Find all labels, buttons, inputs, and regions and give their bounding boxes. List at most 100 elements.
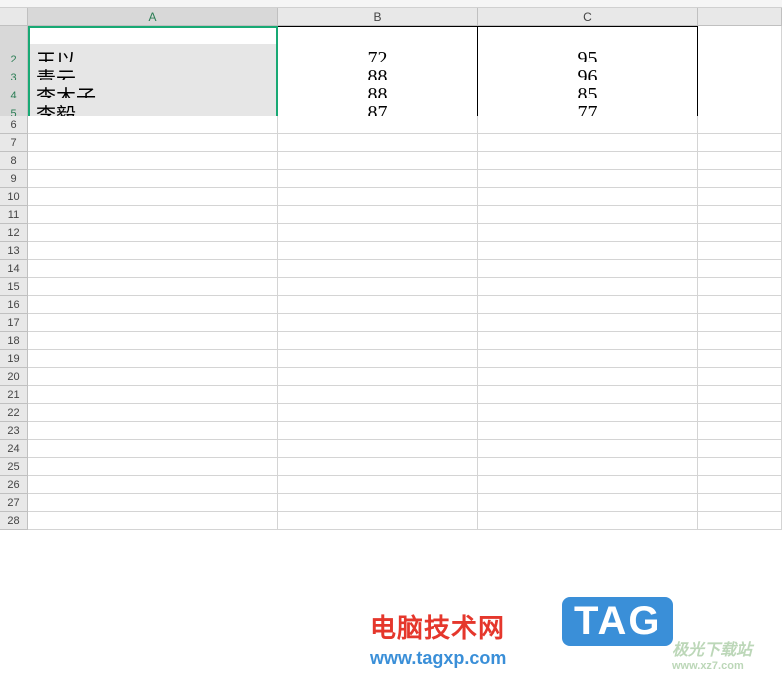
row-head-8[interactable]: 8 xyxy=(0,152,28,170)
cell-empty[interactable] xyxy=(478,440,698,458)
row-head-21[interactable]: 21 xyxy=(0,386,28,404)
row-head-11[interactable]: 11 xyxy=(0,206,28,224)
cell-empty[interactable] xyxy=(278,260,478,278)
cell-empty[interactable] xyxy=(478,368,698,386)
row-head-7[interactable]: 7 xyxy=(0,134,28,152)
cell-empty[interactable] xyxy=(28,152,278,170)
cell-empty[interactable] xyxy=(478,422,698,440)
cell-empty[interactable] xyxy=(28,260,278,278)
cell-empty[interactable] xyxy=(28,512,278,530)
cell-empty[interactable] xyxy=(278,188,478,206)
cell-empty[interactable] xyxy=(278,476,478,494)
select-all-corner[interactable] xyxy=(0,8,28,26)
row-head-13[interactable]: 13 xyxy=(0,242,28,260)
cell-empty[interactable] xyxy=(478,170,698,188)
cell-empty[interactable] xyxy=(278,350,478,368)
cell-empty[interactable] xyxy=(698,260,782,278)
row-head-17[interactable]: 17 xyxy=(0,314,28,332)
cell-empty[interactable] xyxy=(278,224,478,242)
row-head-18[interactable]: 18 xyxy=(0,332,28,350)
cell-empty[interactable] xyxy=(478,512,698,530)
cell-empty[interactable] xyxy=(28,296,278,314)
cell-empty[interactable] xyxy=(278,170,478,188)
cell-empty[interactable] xyxy=(28,116,278,134)
cell-empty[interactable] xyxy=(698,494,782,512)
cell-empty[interactable] xyxy=(278,332,478,350)
row-head-28[interactable]: 28 xyxy=(0,512,28,530)
cell-empty[interactable] xyxy=(478,386,698,404)
cell-empty[interactable] xyxy=(28,314,278,332)
cell-empty[interactable] xyxy=(698,116,782,134)
cell-empty[interactable] xyxy=(478,494,698,512)
cell-empty[interactable] xyxy=(28,242,278,260)
row-head-24[interactable]: 24 xyxy=(0,440,28,458)
cell-empty[interactable] xyxy=(478,350,698,368)
cell-empty[interactable] xyxy=(478,116,698,134)
cell-empty[interactable] xyxy=(478,188,698,206)
cell-empty[interactable] xyxy=(278,404,478,422)
row-head-20[interactable]: 20 xyxy=(0,368,28,386)
cell-empty[interactable] xyxy=(698,440,782,458)
row-head-26[interactable]: 26 xyxy=(0,476,28,494)
col-head-d[interactable] xyxy=(698,8,782,26)
cell-empty[interactable] xyxy=(28,188,278,206)
row-head-15[interactable]: 15 xyxy=(0,278,28,296)
cell-empty[interactable] xyxy=(278,116,478,134)
cell-empty[interactable] xyxy=(478,458,698,476)
cell-empty[interactable] xyxy=(478,476,698,494)
cell-empty[interactable] xyxy=(698,368,782,386)
cell-empty[interactable] xyxy=(698,422,782,440)
cell-empty[interactable] xyxy=(28,494,278,512)
cell-empty[interactable] xyxy=(698,296,782,314)
cell-empty[interactable] xyxy=(278,440,478,458)
cell-empty[interactable] xyxy=(478,260,698,278)
cell-empty[interactable] xyxy=(478,296,698,314)
cell-empty[interactable] xyxy=(278,296,478,314)
cell-empty[interactable] xyxy=(698,224,782,242)
cell-empty[interactable] xyxy=(28,206,278,224)
cell-empty[interactable] xyxy=(28,350,278,368)
cell-empty[interactable] xyxy=(28,134,278,152)
cell-empty[interactable] xyxy=(698,188,782,206)
cell-empty[interactable] xyxy=(698,476,782,494)
row-head-16[interactable]: 16 xyxy=(0,296,28,314)
row-head-22[interactable]: 22 xyxy=(0,404,28,422)
cell-empty[interactable] xyxy=(698,134,782,152)
cell-empty[interactable] xyxy=(278,278,478,296)
row-head-19[interactable]: 19 xyxy=(0,350,28,368)
cell-empty[interactable] xyxy=(478,206,698,224)
row-head-9[interactable]: 9 xyxy=(0,170,28,188)
cell-empty[interactable] xyxy=(28,368,278,386)
cell-empty[interactable] xyxy=(698,386,782,404)
cell-empty[interactable] xyxy=(28,170,278,188)
cell-empty[interactable] xyxy=(28,386,278,404)
cell-empty[interactable] xyxy=(698,332,782,350)
cell-empty[interactable] xyxy=(278,368,478,386)
cell-empty[interactable] xyxy=(278,206,478,224)
row-head-25[interactable]: 25 xyxy=(0,458,28,476)
cell-empty[interactable] xyxy=(698,152,782,170)
cell-empty[interactable] xyxy=(28,476,278,494)
row-head-14[interactable]: 14 xyxy=(0,260,28,278)
row-head-12[interactable]: 12 xyxy=(0,224,28,242)
row-head-6[interactable]: 6 xyxy=(0,116,28,134)
spreadsheet-grid[interactable]: A B C 1 姓名 数学成绩 语文成绩 2 王以 72 95 3 青云 88 … xyxy=(0,8,782,530)
row-head-23[interactable]: 23 xyxy=(0,422,28,440)
cell-empty[interactable] xyxy=(698,314,782,332)
cell-empty[interactable] xyxy=(478,242,698,260)
cell-empty[interactable] xyxy=(698,404,782,422)
col-head-b[interactable]: B xyxy=(278,8,478,26)
cell-empty[interactable] xyxy=(28,404,278,422)
cell-empty[interactable] xyxy=(478,224,698,242)
cell-empty[interactable] xyxy=(278,242,478,260)
cell-empty[interactable] xyxy=(278,458,478,476)
cell-empty[interactable] xyxy=(28,332,278,350)
col-head-a[interactable]: A xyxy=(28,8,278,26)
cell-empty[interactable] xyxy=(278,422,478,440)
cell-empty[interactable] xyxy=(28,440,278,458)
row-head-10[interactable]: 10 xyxy=(0,188,28,206)
cell-empty[interactable] xyxy=(28,422,278,440)
cell-empty[interactable] xyxy=(28,278,278,296)
cell-empty[interactable] xyxy=(698,512,782,530)
cell-empty[interactable] xyxy=(698,242,782,260)
